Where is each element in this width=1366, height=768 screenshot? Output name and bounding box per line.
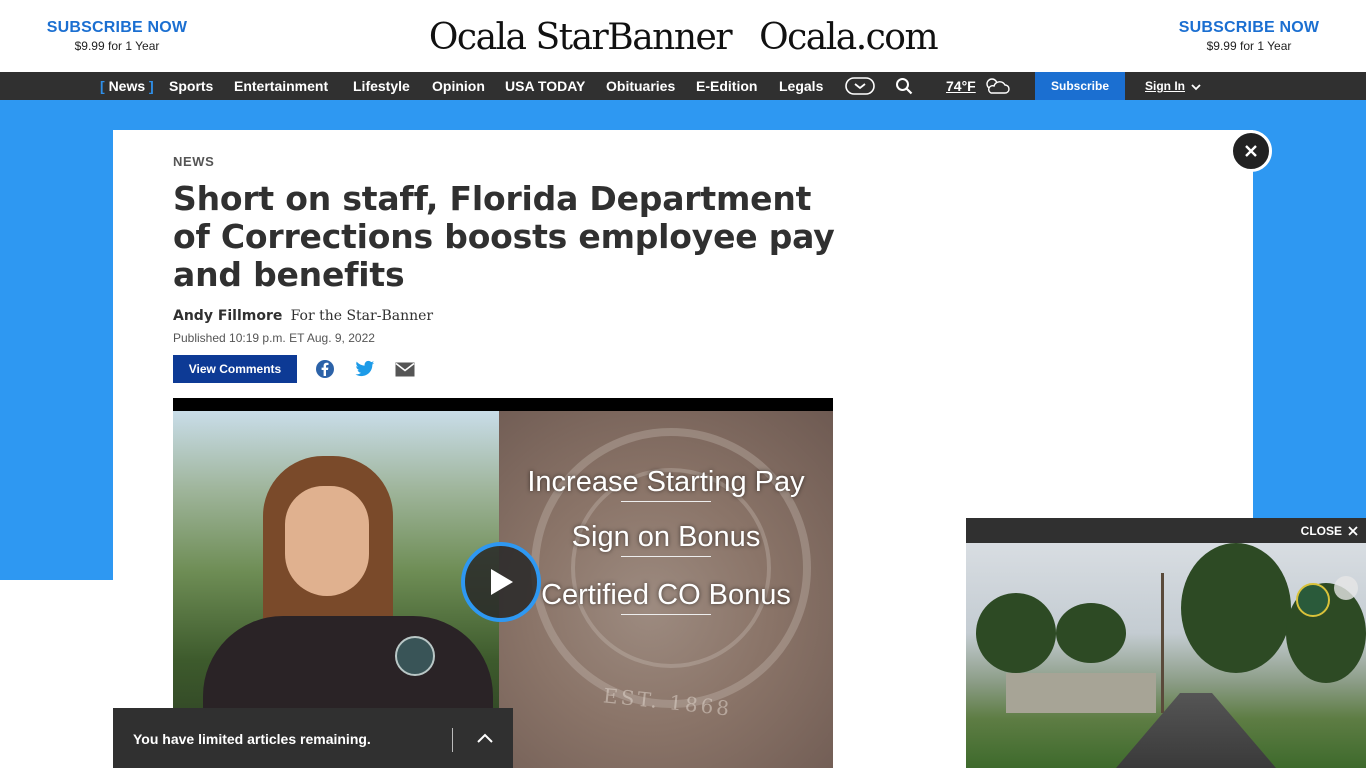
subscribe-now-right[interactable]: SUBSCRIBE NOW $9.99 for 1 Year: [1169, 19, 1329, 53]
nav-active-bracket-open: [: [100, 78, 105, 94]
close-icon: [1245, 145, 1257, 157]
limited-bar-divider: [452, 728, 453, 752]
video-pole: [1161, 573, 1164, 713]
weather-cloud-icon[interactable]: [983, 72, 1011, 100]
facebook-icon[interactable]: [314, 359, 336, 379]
video-top-bar: [173, 398, 833, 411]
nav-item-obituaries[interactable]: Obituaries: [606, 72, 675, 100]
video-tree: [1181, 543, 1291, 673]
floating-video-close-button[interactable]: CLOSE: [1301, 518, 1358, 543]
twitter-icon[interactable]: [354, 359, 376, 379]
nav-item-opinion[interactable]: Opinion: [432, 72, 485, 100]
author-affiliation: For the Star-Banner: [290, 308, 434, 324]
floating-video-header: CLOSE: [966, 518, 1366, 543]
sign-in-link[interactable]: Sign In: [1145, 72, 1185, 100]
play-icon: [491, 569, 513, 595]
video-caption-line-2: Sign on Bonus: [499, 521, 833, 557]
fdc-patch-icon: [395, 636, 435, 676]
email-icon[interactable]: [394, 359, 416, 379]
masthead: SUBSCRIBE NOW $9.99 for 1 Year Ocala Sta…: [0, 0, 1366, 72]
nav-item-legals[interactable]: Legals: [779, 72, 823, 100]
logo-starbanner[interactable]: Ocala StarBanner: [429, 17, 733, 58]
more-chevron-icon[interactable]: [844, 72, 876, 100]
video-caption-line-3: Certified CO Bonus: [499, 579, 833, 615]
usa-today-badge-icon: [1334, 576, 1358, 600]
subscribe-now-title[interactable]: SUBSCRIBE NOW: [37, 19, 197, 37]
nav-item-entertainment[interactable]: Entertainment: [234, 72, 328, 100]
floating-video-player[interactable]: CLOSE: [966, 518, 1366, 768]
nav-item-lifestyle[interactable]: Lifestyle: [353, 72, 410, 100]
article-headline: Short on staff, Florida Department of Co…: [173, 179, 835, 294]
subscribe-price[interactable]: $9.99 for 1 Year: [37, 39, 197, 53]
manatee-badge-icon: [1296, 583, 1330, 617]
nav-active-bracket-close: ]: [149, 78, 154, 94]
video-caption-line-1: Increase Starting Pay: [499, 466, 833, 502]
nav-item-e-edition[interactable]: E-Edition: [696, 72, 757, 100]
nav-item-sports[interactable]: Sports: [169, 72, 213, 100]
subscribe-now-left[interactable]: SUBSCRIBE NOW $9.99 for 1 Year: [37, 19, 197, 53]
article-byline: Andy Fillmore For the Star-Banner: [173, 307, 433, 324]
weather-temp[interactable]: 74°F: [946, 72, 976, 100]
video-tree: [976, 593, 1056, 673]
published-date: Published 10:19 p.m. ET Aug. 9, 2022: [173, 331, 375, 345]
logo-ocala-com[interactable]: Ocala.com: [759, 17, 939, 58]
hero-blue-band-right: [1253, 100, 1366, 518]
expand-bar-button[interactable]: [469, 726, 501, 750]
subscribe-now-title[interactable]: SUBSCRIBE NOW: [1169, 19, 1329, 37]
video-tree: [1056, 603, 1126, 663]
nav-item-label: News: [108, 78, 146, 94]
video-person-face: [285, 486, 369, 596]
nav-subscribe-button[interactable]: Subscribe: [1035, 72, 1125, 100]
video-house: [1006, 673, 1156, 713]
floating-video-frame: [966, 543, 1366, 768]
limited-articles-text: You have limited articles remaining.: [133, 731, 371, 747]
chevron-down-icon[interactable]: [1190, 80, 1202, 98]
site-logo[interactable]: Ocala StarBanner Ocala.com: [429, 14, 939, 60]
search-icon[interactable]: [893, 72, 915, 100]
nav-item-news[interactable]: [ News ]: [100, 72, 154, 100]
close-label: CLOSE: [1300, 523, 1342, 538]
view-comments-button[interactable]: View Comments: [173, 355, 297, 383]
article-kicker[interactable]: NEWS: [173, 154, 214, 169]
play-button[interactable]: [461, 542, 541, 622]
subscribe-price[interactable]: $9.99 for 1 Year: [1169, 39, 1329, 53]
limited-articles-bar: You have limited articles remaining.: [113, 708, 513, 768]
chevron-up-icon: [477, 733, 493, 743]
close-overlay-button[interactable]: [1230, 130, 1272, 172]
author-name[interactable]: Andy Fillmore: [173, 308, 282, 324]
nav-item-usa-today[interactable]: USA TODAY: [505, 72, 585, 100]
close-icon: [1348, 525, 1358, 536]
